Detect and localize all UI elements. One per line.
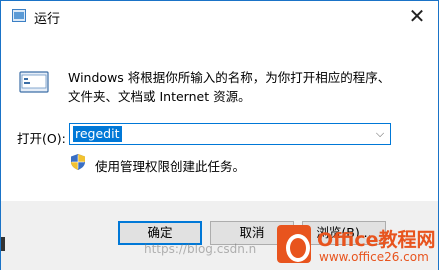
chevron-down-icon[interactable]: ⌵ (374, 126, 386, 142)
description-text: Windows 将根据你所输入的名称，为你打开相应的程序、 文件夹、文档或 In… (68, 68, 408, 106)
watermark-text: https://blog.csdn.n (144, 242, 257, 256)
run-dialog: 运行 ✕ Windows 将根据你所输入的名称，为你打开相应的程序、 文件夹、文… (0, 0, 439, 270)
open-combobox[interactable]: regedit ⌵ (69, 123, 391, 145)
close-icon[interactable]: ✕ (408, 6, 426, 26)
edge-artifact (1, 237, 5, 251)
open-input[interactable]: regedit (73, 126, 122, 142)
admin-privileges-note: 使用管理权限创建此任务。 (95, 159, 246, 174)
window-title: 运行 (34, 12, 61, 27)
title-bar: 运行 ✕ (1, 1, 438, 31)
description-line-1: Windows 将根据你所输入的名称，为你打开相应的程序、 (68, 70, 391, 85)
brand-name: Office教程网 (317, 229, 436, 251)
run-icon (19, 71, 49, 93)
open-label: 打开(O): (17, 131, 66, 146)
brand-url: www.office26.com (319, 250, 429, 264)
description-line-2: 文件夹、文档或 Internet 资源。 (68, 89, 251, 104)
brand-watermark: Office教程网 www.office26.com (271, 219, 439, 270)
office-logo-icon (277, 225, 311, 263)
run-app-icon (12, 9, 26, 22)
shield-icon (71, 154, 85, 170)
